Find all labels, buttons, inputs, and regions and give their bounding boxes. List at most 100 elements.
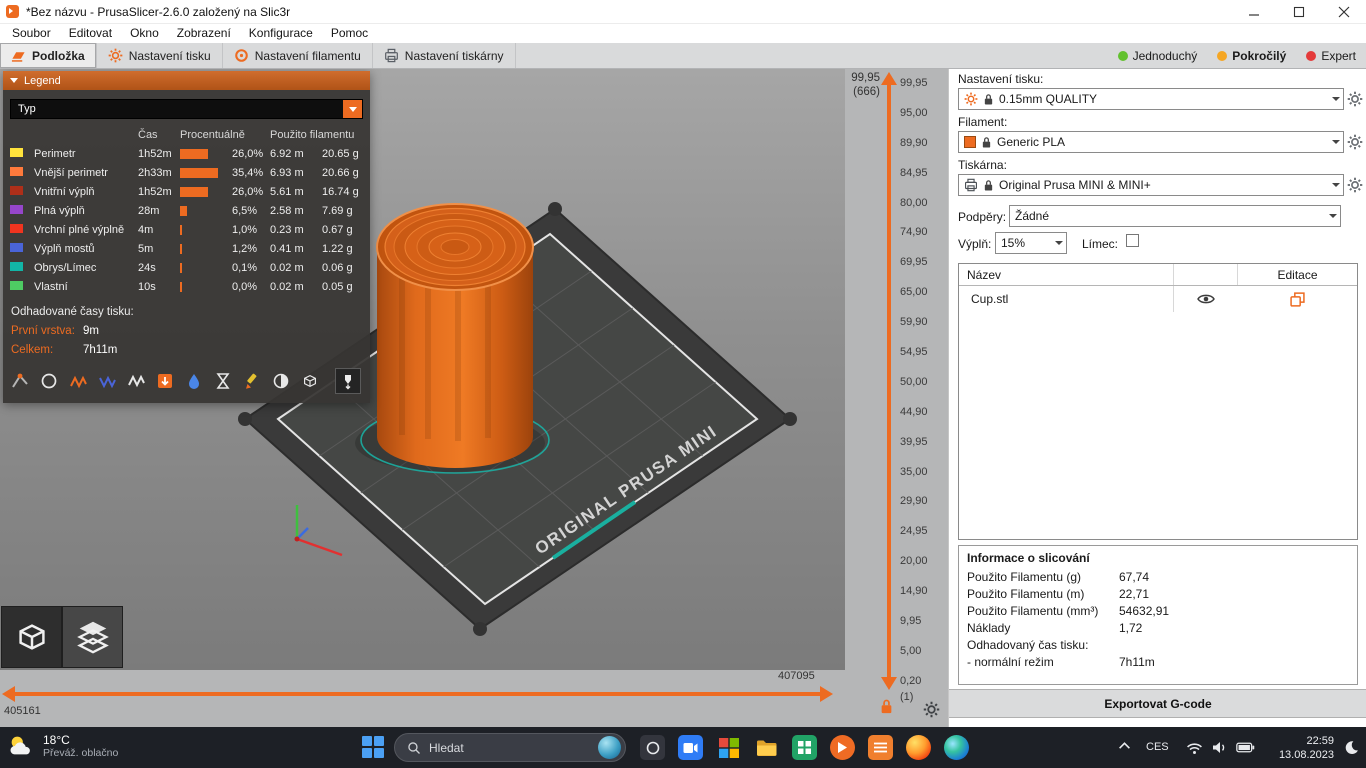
- thumbnail-preview-view[interactable]: [62, 606, 123, 668]
- 3d-canvas[interactable]: ORIGINAL PRUSA MINI: [0, 69, 845, 670]
- custom-gcode-icon[interactable]: [213, 371, 233, 391]
- menu-item[interactable]: Konfigurace: [240, 24, 322, 43]
- tool-position-icon[interactable]: [335, 368, 361, 394]
- start-button[interactable]: [362, 736, 385, 759]
- clock-widget[interactable]: 22:59 13.08.2023: [1262, 734, 1334, 763]
- feature-percent: 35,4%: [232, 167, 270, 179]
- shells-icon[interactable]: [300, 371, 320, 391]
- move-slider-right-handle[interactable]: [820, 686, 833, 702]
- tab[interactable]: Podložka: [0, 43, 97, 68]
- taskbar-app-dark[interactable]: [640, 735, 665, 760]
- menu-item[interactable]: Pomoc: [322, 24, 377, 43]
- feature-grams: 1.22 g: [322, 243, 367, 255]
- estimate-value: 7h11m: [83, 344, 117, 356]
- close-button[interactable]: [1321, 0, 1366, 24]
- menu-item[interactable]: Editovat: [60, 24, 121, 43]
- mode-toggle[interactable]: Expert: [1296, 43, 1366, 68]
- weather-widget[interactable]: 18°C Převáž. oblačno: [7, 733, 118, 759]
- travel-moves-icon[interactable]: [10, 371, 30, 391]
- tab-icon: [108, 48, 123, 63]
- window-title: *Bez názvu - PrusaSlicer-2.6.0 založený …: [26, 5, 290, 19]
- tray-chevron-up-icon[interactable]: [1118, 741, 1131, 750]
- legend-header[interactable]: Legend: [3, 71, 370, 90]
- print-settings-value: 0.15mm QUALITY: [999, 92, 1097, 106]
- volume-icon[interactable]: [1212, 741, 1228, 754]
- layer-slider-track[interactable]: [887, 85, 891, 681]
- lock-icon: [983, 93, 994, 106]
- taskbar-app-firefox[interactable]: [906, 735, 931, 760]
- select-caret-button[interactable]: [343, 100, 362, 118]
- seams-icon[interactable]: [126, 371, 146, 391]
- search-placeholder: Hledat: [429, 741, 464, 755]
- model-cylinder[interactable]: [355, 204, 549, 473]
- keyboard-language[interactable]: CES: [1146, 741, 1169, 753]
- seam-paint-icon[interactable]: [242, 371, 262, 391]
- tab[interactable]: Nastavení filamentu: [223, 43, 373, 68]
- filament-gear-button[interactable]: [1347, 134, 1363, 150]
- layer-tick-label: 24,95: [900, 525, 928, 537]
- menu-item[interactable]: Okno: [121, 24, 168, 43]
- layer-slider-lower-handle[interactable]: [881, 677, 897, 690]
- search-highlight-image[interactable]: [598, 736, 621, 759]
- visibility-eye-icon[interactable]: [1197, 293, 1215, 305]
- taskbar-app-green[interactable]: [792, 735, 817, 760]
- deretractions-icon[interactable]: [97, 371, 117, 391]
- taskbar-app-explorer[interactable]: [754, 735, 779, 760]
- feature-grams: 0.67 g: [322, 224, 367, 236]
- color-changes-icon[interactable]: [155, 371, 175, 391]
- menu-item[interactable]: Zobrazení: [168, 24, 240, 43]
- do-not-disturb-moon-icon[interactable]: [1344, 740, 1359, 755]
- move-slider-left-handle[interactable]: [2, 686, 15, 702]
- layer-slider-upper-handle[interactable]: [881, 72, 897, 85]
- infill-select[interactable]: 15%: [995, 232, 1067, 254]
- info-label: Odhadovaný čas tisku:: [967, 638, 1119, 652]
- menu-item[interactable]: Soubor: [3, 24, 60, 43]
- mode-toggle[interactable]: Jednoduchý: [1108, 43, 1208, 68]
- print-settings-select[interactable]: 0.15mm QUALITY: [958, 88, 1344, 110]
- view-type-select[interactable]: Typ: [10, 99, 363, 119]
- mode-toggle[interactable]: Pokročilý: [1207, 43, 1296, 68]
- percent-bar: [180, 225, 182, 235]
- taskbar-app-camera[interactable]: [678, 735, 703, 760]
- move-slider-track[interactable]: [14, 692, 820, 696]
- tab[interactable]: Nastavení tisku: [97, 43, 223, 68]
- preview-settings-gear-icon[interactable]: [923, 701, 940, 718]
- menu-bar: SouborEditovatOknoZobrazeníKonfiguracePo…: [0, 24, 1366, 43]
- tool-marker-icon[interactable]: [271, 371, 291, 391]
- printer-gear-button[interactable]: [1347, 177, 1363, 193]
- retractions-icon[interactable]: [68, 371, 88, 391]
- minimize-button[interactable]: [1231, 0, 1276, 24]
- maximize-button[interactable]: [1276, 0, 1321, 24]
- layer-tick-label: 50,00: [900, 376, 928, 388]
- object-row[interactable]: Cup.stl: [959, 286, 1357, 312]
- tab[interactable]: Nastavení tiskárny: [373, 43, 516, 68]
- wifi-icon[interactable]: [1186, 741, 1203, 755]
- search-input[interactable]: Hledat: [394, 733, 626, 762]
- layer-tick-label: 99,95: [900, 77, 928, 89]
- print-settings-gear-button[interactable]: [1347, 91, 1363, 107]
- thumbnail-3d-view[interactable]: [1, 606, 62, 668]
- filament-select[interactable]: Generic PLA: [958, 131, 1344, 153]
- filament-color-swatch: [964, 136, 976, 148]
- feature-meters: 6.93 m: [270, 167, 322, 179]
- lock-icon: [981, 136, 992, 149]
- brim-checkbox[interactable]: [1126, 234, 1139, 247]
- legend-columns: Čas Procentuálně Použito filamentu: [3, 126, 370, 144]
- printer-value: Original Prusa MINI & MINI+: [999, 178, 1151, 192]
- feature-color-chip: [10, 281, 23, 290]
- taskbar-app-prusaslicer[interactable]: [830, 735, 855, 760]
- taskbar-app-edge[interactable]: [944, 735, 969, 760]
- info-value: [1119, 638, 1349, 652]
- supports-select[interactable]: Žádné: [1009, 205, 1341, 227]
- lock-icon[interactable]: [879, 698, 894, 715]
- taskbar-app-gcode-viewer[interactable]: [868, 735, 893, 760]
- export-gcode-button[interactable]: Exportovat G-code: [949, 689, 1366, 718]
- edit-copy-icon[interactable]: [1290, 292, 1305, 307]
- wipe-icon[interactable]: [39, 371, 59, 391]
- taskbar-app-office[interactable]: [716, 735, 741, 760]
- object-name: Cup.stl: [959, 292, 1173, 306]
- printer-select[interactable]: Original Prusa MINI & MINI+: [958, 174, 1344, 196]
- pause-prints-icon[interactable]: [184, 371, 204, 391]
- feature-meters: 0.02 m: [270, 262, 322, 274]
- battery-icon[interactable]: [1236, 742, 1255, 753]
